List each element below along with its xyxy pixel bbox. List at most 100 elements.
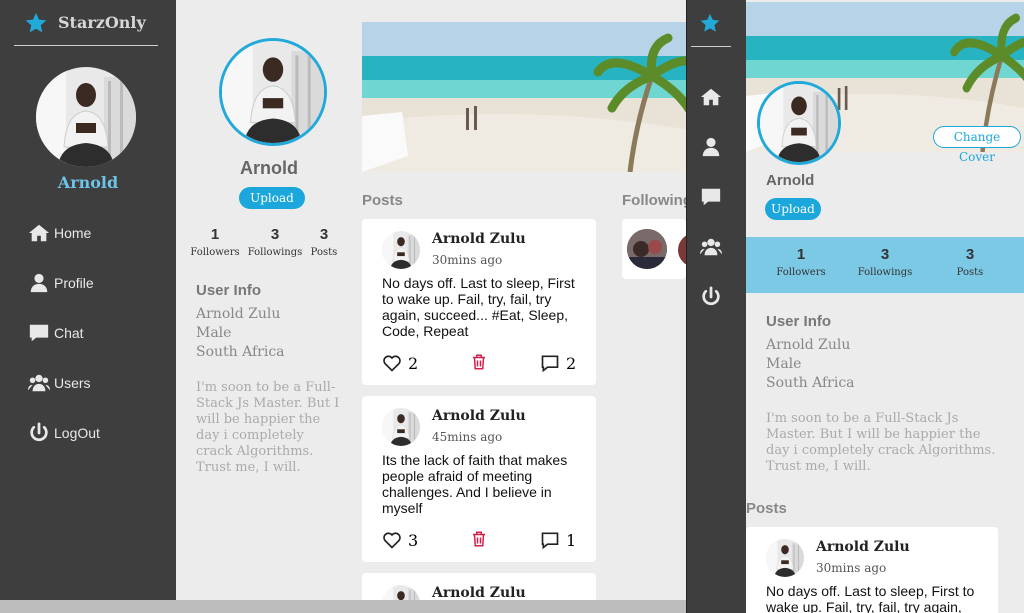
stat-followers[interactable]: 1 Followers <box>766 246 836 278</box>
mobile-user-info-title: User Info <box>766 313 832 330</box>
profile-name: Arnold <box>240 158 298 178</box>
home-icon[interactable] <box>700 86 722 108</box>
mobile-profile-name: Arnold <box>766 172 815 189</box>
sidebar-avatar <box>36 67 136 167</box>
users-icon <box>28 372 50 394</box>
user-country: South Africa <box>196 344 285 360</box>
sidebar-item-users[interactable]: Users <box>28 372 91 394</box>
stat-value: 1 <box>210 226 220 243</box>
stat-label: Posts <box>310 247 338 258</box>
chat-icon <box>28 322 50 344</box>
profile-panel: Arnold Upload 1 Followers 3 Followings 3… <box>176 0 362 600</box>
post-author-avatar <box>766 539 804 577</box>
sidebar: StarzOnly Arnold Home Profile Chat Users… <box>0 0 176 600</box>
user-icon <box>28 272 50 294</box>
mobile-user-bio: I'm soon to be a Full-Stack Js Master. B… <box>766 411 996 474</box>
stat-followings[interactable]: 3 Followings <box>246 226 304 258</box>
comment-button[interactable]: 2 <box>540 353 576 373</box>
like-count: 2 <box>408 354 419 373</box>
post-text: Its the lack of faith that makes people … <box>382 452 568 516</box>
mobile-upload-button[interactable]: Upload <box>765 198 821 220</box>
star-logo-icon <box>24 11 48 35</box>
profile-avatar <box>219 38 327 146</box>
stat-value: 3 <box>319 226 329 243</box>
post-text: No days off. Last to sleep, First to wak… <box>382 275 575 339</box>
post-author[interactable]: Arnold Zulu <box>432 585 526 601</box>
following-title: Following <box>622 192 692 209</box>
following-avatar[interactable] <box>678 233 686 267</box>
stat-label: Followers <box>776 267 826 278</box>
sidebar-item-home[interactable]: Home <box>28 222 91 244</box>
change-cover-button[interactable]: Change Cover <box>933 126 1021 164</box>
stat-label: Followings <box>247 247 303 258</box>
posts-title: Posts <box>362 192 403 209</box>
stat-label: Posts <box>956 267 984 278</box>
following-avatar[interactable] <box>627 229 667 269</box>
sidebar-user-name: Arnold <box>57 173 119 192</box>
delete-button[interactable] <box>470 530 488 552</box>
mobile-user-country: South Africa <box>766 375 855 391</box>
sidebar-item-profile[interactable]: Profile <box>28 272 94 294</box>
post-actions: 3 1 <box>382 530 578 552</box>
post-actions: 2 2 <box>382 353 578 375</box>
user-full-name: Arnold Zulu <box>196 306 281 322</box>
stat-followings[interactable]: 3 Followings <box>850 246 920 278</box>
stat-posts[interactable]: 3 Posts <box>940 246 1000 278</box>
user-gender: Male <box>196 325 232 341</box>
post-author[interactable]: Arnold Zulu <box>432 408 526 424</box>
comment-button[interactable]: 1 <box>540 530 576 550</box>
mobile-profile-avatar <box>757 81 841 165</box>
divider <box>691 46 731 47</box>
stat-posts[interactable]: 3 Posts <box>308 226 340 258</box>
comment-count: 2 <box>566 354 577 373</box>
user-bio: I'm soon to be a Full-Stack Js Master. B… <box>196 380 340 475</box>
post-time: 45mins ago <box>432 430 503 444</box>
comment-count: 1 <box>566 531 577 550</box>
chat-icon[interactable] <box>700 186 722 208</box>
users-icon[interactable] <box>700 236 722 258</box>
collapsed-sidebar <box>687 0 746 613</box>
stat-followers[interactable]: 1 Followers <box>190 226 240 258</box>
sidebar-item-label: Profile <box>54 275 94 291</box>
power-icon[interactable] <box>700 286 722 308</box>
user-info-title: User Info <box>196 282 262 299</box>
post-time: 30mins ago <box>816 561 887 575</box>
stat-label: Followings <box>857 267 913 278</box>
sidebar-item-label: Home <box>54 225 92 241</box>
post-author-avatar <box>382 231 420 269</box>
sidebar-item-logout[interactable]: LogOut <box>28 422 100 444</box>
brand[interactable]: StarzOnly <box>14 0 158 46</box>
like-count: 3 <box>408 531 419 550</box>
star-logo-icon[interactable] <box>699 12 721 34</box>
post-time: 30mins ago <box>432 253 503 267</box>
sidebar-item-label: Users <box>54 375 91 391</box>
mobile-preview-panel: Change Cover Arnold Upload 1 Followers 3… <box>686 0 1024 613</box>
sidebar-item-label: Chat <box>54 325 84 341</box>
comment-icon <box>540 530 560 550</box>
post-card: Arnold Zulu 45mins ago Its the lack of f… <box>362 396 596 562</box>
like-button[interactable]: 2 <box>382 353 418 373</box>
trash-icon <box>470 530 488 548</box>
upload-button[interactable]: Upload <box>239 187 305 209</box>
stat-label: Followers <box>190 247 240 258</box>
mobile-posts-title: Posts <box>746 500 787 517</box>
sidebar-item-label: LogOut <box>54 425 100 441</box>
sidebar-item-chat[interactable]: Chat <box>28 322 84 344</box>
post-author[interactable]: Arnold Zulu <box>432 231 526 247</box>
delete-button[interactable] <box>470 353 488 375</box>
horizontal-scrollbar[interactable] <box>0 600 690 613</box>
post-author[interactable]: Arnold Zulu <box>816 539 910 555</box>
trash-icon <box>470 353 488 371</box>
stat-value: 1 <box>796 246 806 263</box>
stat-value: 3 <box>880 246 890 263</box>
home-icon <box>28 222 50 244</box>
cover-image <box>362 22 686 172</box>
like-button[interactable]: 3 <box>382 530 418 550</box>
stat-value: 3 <box>270 226 280 243</box>
following-card <box>622 219 686 279</box>
heart-icon <box>382 530 402 550</box>
user-icon[interactable] <box>700 136 722 158</box>
post-author-avatar <box>382 408 420 446</box>
post-text: No days off. Last to sleep, First to wak… <box>766 583 975 613</box>
mobile-user-gender: Male <box>766 356 802 372</box>
